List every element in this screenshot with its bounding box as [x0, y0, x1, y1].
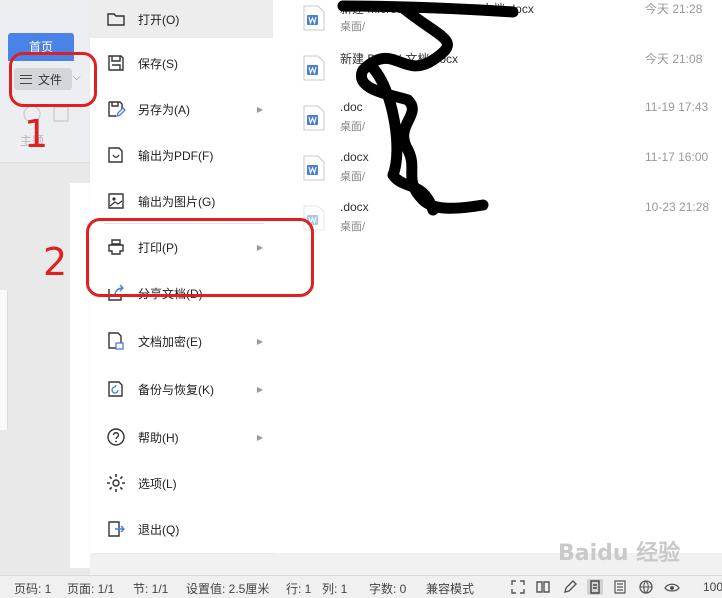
menu-item-exit[interactable]: 退出(Q) [90, 510, 273, 548]
outline-view-icon[interactable] [612, 579, 628, 595]
annotation-step-1: 1 [24, 112, 49, 156]
status-page-num: 页码: 1 [14, 582, 52, 596]
menu-item-folder[interactable]: 打开(O) [90, 0, 273, 38]
word-doc-icon [303, 55, 325, 81]
menu-item-label: 输出为PDF(F) [138, 148, 214, 163]
status-column: 列: 1 [322, 582, 348, 596]
image-export-icon [108, 193, 124, 209]
status-compat-mode: 兼容模式 [426, 582, 475, 596]
submenu-arrow-icon: ▶ [256, 432, 263, 442]
recent-file-time: 11-19 17:43 [645, 100, 709, 114]
word-doc-icon [303, 5, 325, 31]
menu-item-label: 保存(S) [138, 56, 178, 71]
gear-icon [107, 474, 125, 492]
recent-file-time: 10-23 21:28 [645, 200, 710, 214]
status-page-count: 页面: 1/1 [67, 582, 115, 596]
submenu-arrow-icon: ▶ [256, 384, 263, 394]
web-view-icon[interactable] [638, 579, 654, 595]
status-row: 行: 1 [286, 582, 312, 596]
menu-item-help[interactable]: 帮助(H) ▶ [90, 418, 273, 456]
menu-item-label: 打开(O) [138, 12, 180, 27]
recent-file-time: 今天 21:08 [645, 52, 703, 66]
annotation-step-2: 2 [43, 240, 68, 284]
menu-item-label: 帮助(H) [138, 430, 179, 445]
eye-protect-icon[interactable] [664, 579, 680, 595]
status-setting: 设置值: 2.5厘米 [186, 582, 270, 596]
save-as-icon [108, 101, 126, 118]
save-icon [108, 55, 124, 71]
page-view-icon[interactable] [587, 579, 603, 595]
lock-document-icon [108, 332, 124, 350]
menu-item-gear[interactable]: 选项(L) [90, 464, 273, 502]
backup-icon [108, 381, 123, 397]
redaction-scribble [337, 0, 519, 216]
read-mode-icon[interactable] [535, 579, 551, 595]
fullscreen-icon[interactable] [510, 579, 526, 595]
menu-item-save[interactable]: 保存(S) [90, 44, 273, 82]
menu-item-image-export[interactable]: 输出为图片(G) [90, 182, 273, 220]
exit-icon [108, 521, 125, 537]
recent-files-panel: 新建 Microsoft Word 2007 文档.docx 桌面/今天 21:2… [273, 0, 722, 553]
status-zoom[interactable]: 100 [703, 580, 722, 594]
annotation-box-1 [9, 52, 97, 107]
word-doc-icon [303, 105, 325, 131]
menu-item-label: 输出为图片(G) [138, 194, 216, 209]
menu-item-label: 文档加密(E) [138, 334, 202, 349]
menu-item-backup[interactable]: 备份与恢复(K) ▶ [90, 370, 273, 408]
status-section: 节: 1/1 [133, 582, 169, 596]
word-doc-icon [303, 155, 325, 181]
folder-icon [107, 13, 125, 26]
status-bar: 页码: 1 页面: 1/1 节: 1/1 设置值: 2.5厘米 行: 1 列: … [0, 575, 722, 598]
recent-file-time: 今天 21:28 [645, 2, 703, 16]
menu-item-pdf-export[interactable]: 输出为PDF(F) [90, 136, 273, 174]
menu-item-lock-document[interactable]: 文档加密(E) ▶ [90, 322, 273, 360]
pdf-export-icon [108, 147, 123, 163]
help-icon [107, 428, 125, 446]
left-ruler [0, 290, 8, 430]
status-word-count: 字数: 0 [369, 582, 407, 596]
submenu-arrow-icon: ▶ [256, 104, 263, 114]
baidu-watermark: Baidu 经验 [558, 541, 681, 566]
annotation-box-2 [86, 218, 314, 297]
submenu-arrow-icon: ▶ [256, 336, 263, 346]
pen-icon[interactable] [562, 579, 578, 595]
menu-item-label: 另存为(A) [138, 102, 190, 117]
recent-file-time: 11-17 16:00 [645, 150, 709, 164]
menu-item-label: 退出(Q) [138, 522, 180, 537]
menu-item-label: 选项(L) [138, 476, 177, 491]
menu-item-save-as[interactable]: 另存为(A) ▶ [90, 90, 273, 128]
menu-item-label: 备份与恢复(K) [138, 382, 214, 397]
